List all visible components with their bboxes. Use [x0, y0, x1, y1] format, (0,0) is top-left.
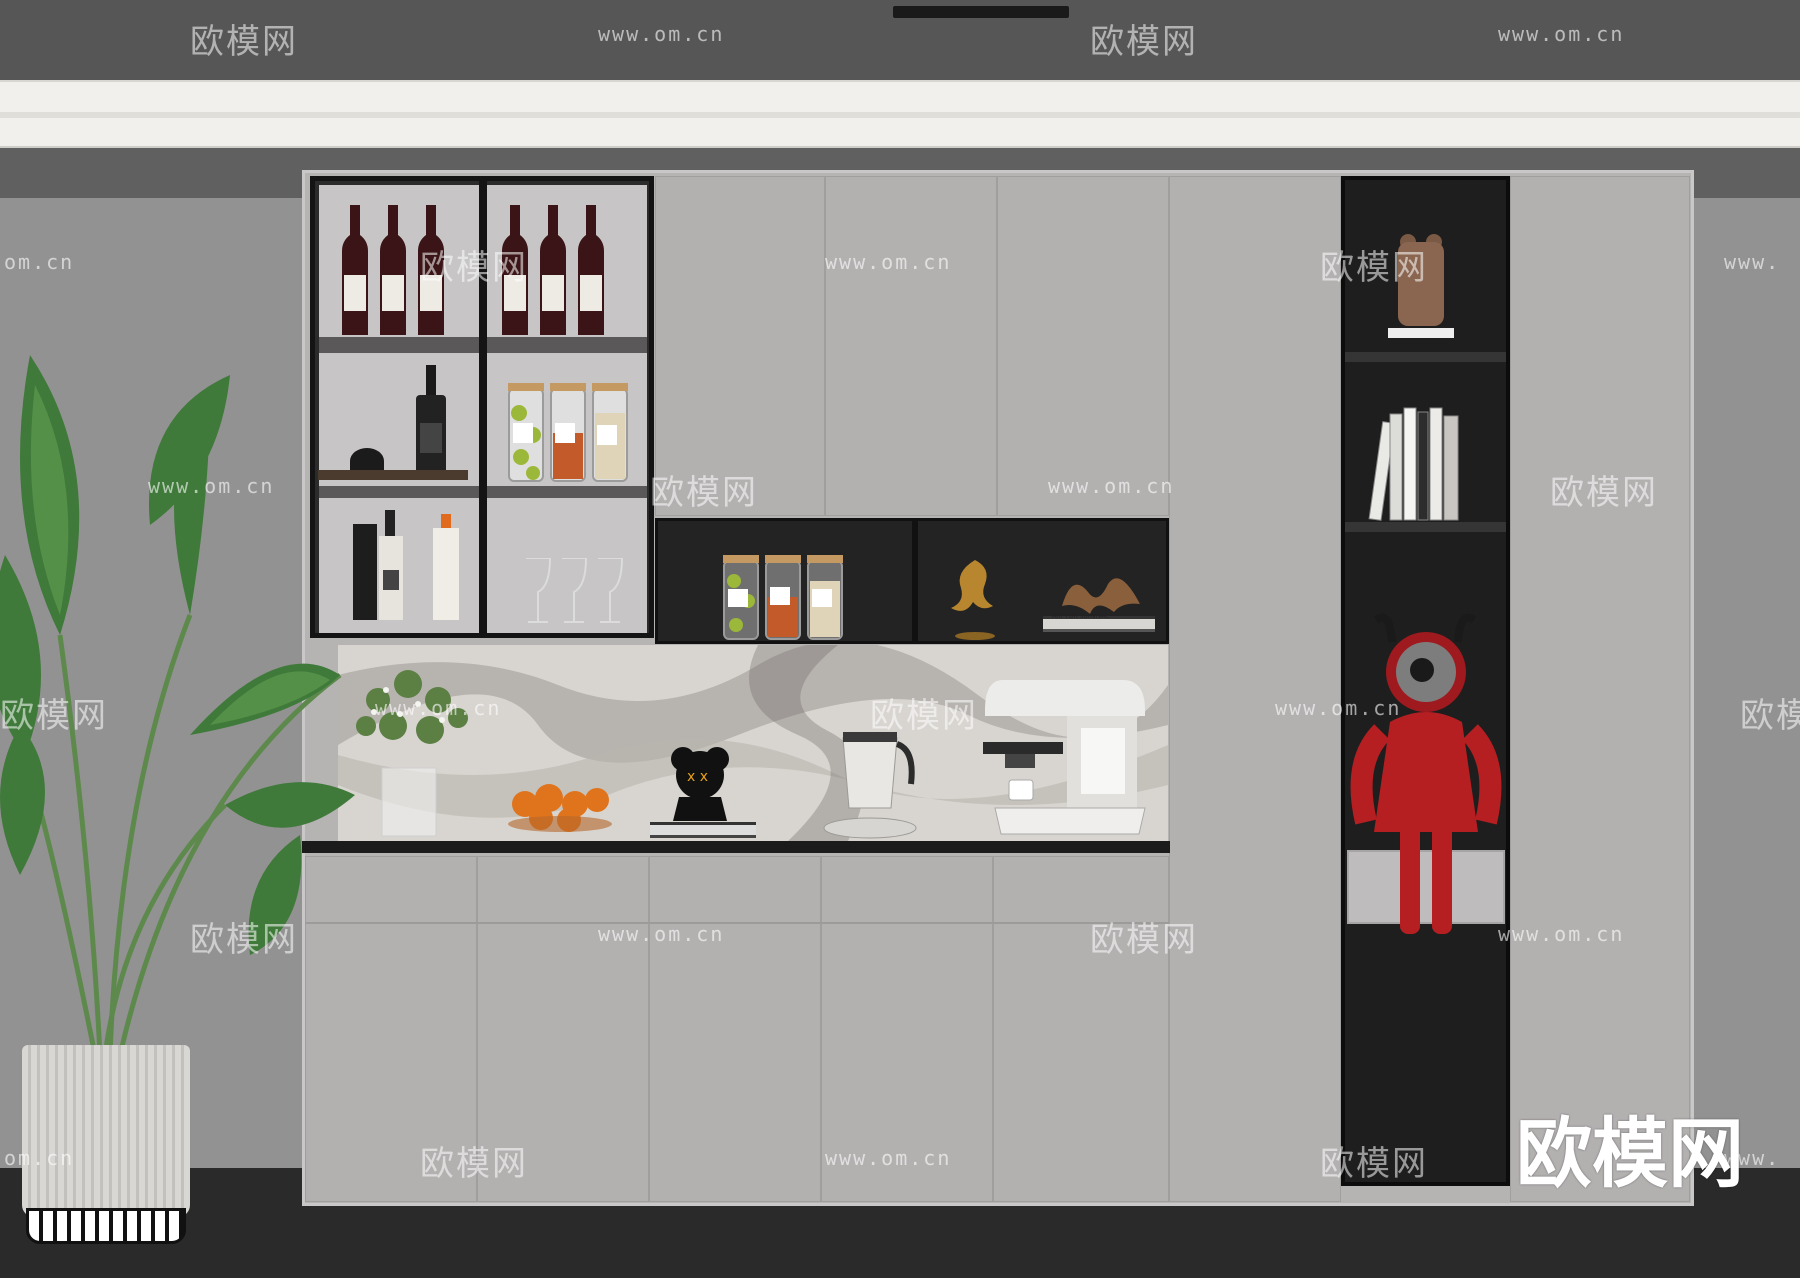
track-light — [893, 6, 1069, 18]
niche-divider — [912, 521, 918, 641]
plant-pot — [22, 1045, 190, 1217]
watermark-url: www.om.cn — [375, 696, 502, 720]
watermark-url: www.om.cn — [1275, 696, 1402, 720]
drawer-line — [305, 922, 1169, 924]
glass-jars — [508, 383, 628, 482]
watermark-logo: 欧模网 — [1320, 248, 1428, 288]
electric-kettle — [823, 732, 917, 839]
niche-jars — [723, 555, 843, 640]
tall-cabinet-door — [1510, 176, 1690, 1202]
watermark-logo: 欧模网 — [1090, 22, 1198, 62]
niche-shelf — [1345, 352, 1506, 362]
niche-shelf — [1345, 522, 1506, 532]
watermark-logo: 欧模网 — [420, 248, 528, 288]
kaws-figure: x x — [671, 747, 729, 821]
watermark-url: www.om.cn — [598, 922, 725, 946]
svg-text:x x: x x — [687, 769, 708, 785]
watermark-logo: 欧模网 — [650, 473, 758, 513]
fruit-bowl — [508, 784, 612, 832]
pot-stand — [26, 1208, 186, 1244]
upper-cabinet-door — [825, 176, 997, 516]
tall-cabinet-door — [1169, 176, 1341, 1202]
gecko-sculpture — [951, 560, 995, 640]
watermark-logo: 欧模网 — [0, 696, 108, 736]
brand-logo-text: 欧模网 — [1516, 1109, 1744, 1198]
watermark-url: www.om.cn — [825, 1146, 952, 1170]
lower-cabinet-door — [993, 856, 1169, 1202]
watermark-logo: 欧模网 — [190, 920, 298, 960]
watermark-logo: 欧模网 — [190, 22, 298, 62]
interior-render-scene: ART FOR SURVIVAL x x 欧模网 欧模网 欧模网 欧模网 欧模网… — [0, 0, 1800, 1278]
books-under-figure — [650, 822, 756, 838]
espresso-machine — [983, 680, 1146, 835]
cornice-line — [0, 112, 1800, 118]
watermark-logo: 欧模网 — [870, 696, 978, 736]
watermark-url-fragment: om.cn — [4, 250, 75, 274]
wine-glasses — [526, 558, 624, 623]
red-figure-statue — [1350, 613, 1502, 934]
countertop — [302, 841, 1170, 853]
book-row — [1368, 407, 1459, 521]
watermark-url: www.om.cn — [1498, 922, 1625, 946]
watermark-url-fragment: om.cn — [4, 1146, 75, 1170]
whisky-bottle — [416, 365, 446, 475]
lower-cabinet-door — [649, 856, 821, 1202]
watermark-url: www.om.cn — [1498, 22, 1625, 46]
watermark-url-fragment: www. — [1724, 250, 1781, 274]
watermark-logo: 欧模网 — [1320, 1144, 1428, 1184]
watermark-url: www.om.cn — [1048, 474, 1175, 498]
watermark-url: www.om.cn — [825, 250, 952, 274]
book-spine-text: ART FOR SURVIVAL — [1052, 613, 1109, 620]
watermark-logo: 欧模网 — [420, 1144, 528, 1184]
watermark-url: www.om.cn — [148, 474, 275, 498]
watermark-logo: 欧模网 — [1550, 473, 1658, 513]
upper-cabinet-door — [997, 176, 1169, 516]
watermark-logo: 欧模网 — [1090, 920, 1198, 960]
watermark-url: www.om.cn — [598, 22, 725, 46]
watermark-logo: 欧模网 — [1740, 696, 1800, 736]
